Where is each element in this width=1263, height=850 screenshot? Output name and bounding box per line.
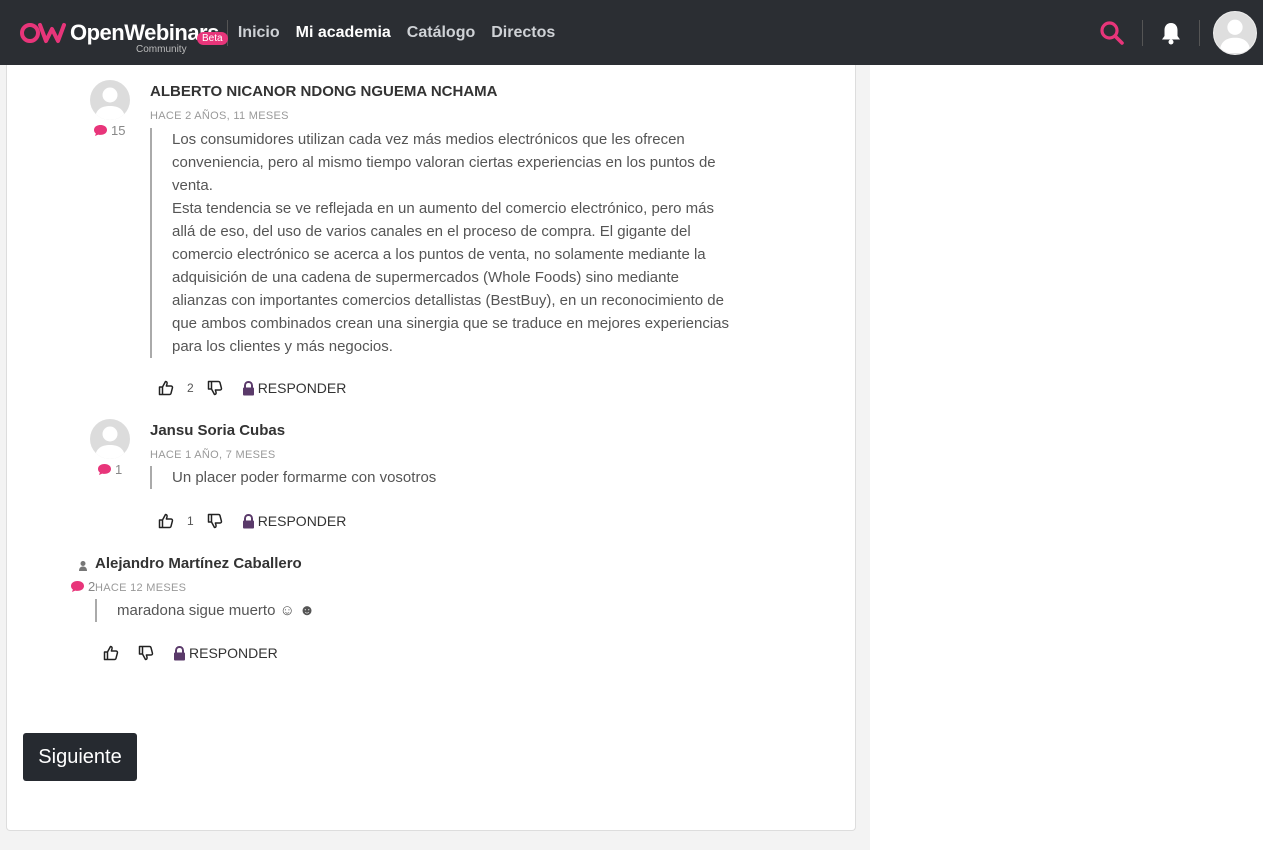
user-comment-count: 2 [70,579,95,594]
thumbs-up-icon[interactable] [158,513,174,529]
sidebar-panel [870,65,1263,850]
comment-date: HACE 2 AÑOS, 11 MESES [150,110,289,122]
header-actions [1099,0,1263,65]
user-silhouette-icon [1219,19,1251,53]
comment-body: maradona sigue muerto ☺ ☻ [95,599,695,622]
thumbs-up-icon[interactable] [103,645,119,661]
nav-item-mi-academia[interactable]: Mi academia [296,24,391,42]
comment-body: Los consumidores utilizan cada vez más m… [150,128,732,358]
comment-avatar[interactable] [90,80,130,120]
speech-bubble-icon [94,125,107,136]
search-icon[interactable] [1099,20,1125,46]
reply-button[interactable]: RESPONDER [242,513,347,529]
thumbs-down-icon[interactable] [138,645,154,661]
comment-count-value: 15 [111,123,126,138]
lock-icon [242,380,254,395]
user-comment-count: 15 [93,123,125,138]
next-page-button[interactable]: Siguiente [23,733,137,781]
comment-paragraph: Un placer poder formarme con vosotros [172,469,437,486]
comment-author[interactable]: Jansu Soria Cubas [150,422,285,439]
nav-item-inicio[interactable]: Inicio [238,24,280,42]
thumbs-down-icon[interactable] [207,513,223,529]
thumbs-down-icon[interactable] [207,380,223,396]
user-silhouette-icon [95,87,125,120]
brand-logo[interactable]: OpenWebinars Beta Community [20,0,228,65]
speech-bubble-icon [71,581,84,592]
comment-avatar[interactable] [90,419,130,459]
comment-date: HACE 12 MESES [95,582,187,594]
openwebinars-logo-icon [20,22,66,43]
comment-paragraph: maradona sigue muerto ☺ ☻ [117,602,315,619]
header-divider [1142,19,1143,46]
nav-item-catalogo[interactable]: Catálogo [407,24,475,42]
reply-button[interactable]: RESPONDER [242,380,347,396]
comment-author[interactable]: ALBERTO NICANOR NDONG NGUEMA NCHAMA [150,83,498,100]
lock-icon [174,645,185,660]
comment-paragraph: Esta tendencia se ve reflejada en un aum… [172,200,729,355]
user-comment-count: 1 [97,462,122,477]
like-count: 2 [187,381,194,395]
comment-author[interactable]: Alejandro Martínez Caballero [95,555,302,572]
brand-subtitle: Community [136,44,187,55]
comment-actions: RESPONDER [103,645,278,661]
thumbs-up-icon[interactable] [158,380,174,396]
header-divider [1199,19,1200,46]
lock-icon [242,513,254,528]
user-small-icon[interactable] [78,560,88,572]
reply-button[interactable]: RESPONDER [173,645,278,661]
like-count: 1 [187,514,194,528]
reply-label: RESPONDER [189,645,278,661]
comment-actions: 1 RESPONDER [158,513,346,529]
comment-count-value: 1 [115,462,123,477]
comment-date: HACE 1 AÑO, 7 MESES [150,449,276,461]
reply-label: RESPONDER [257,513,347,529]
nav-item-directos[interactable]: Directos [491,24,555,42]
user-silhouette-icon [95,426,125,459]
comment-paragraph: Los consumidores utilizan cada vez más m… [172,131,716,194]
reply-label: RESPONDER [257,380,347,396]
top-navbar: OpenWebinars Beta Community Inicio Mi ac… [0,0,1263,65]
speech-bubble-icon [98,464,111,475]
brand-name: OpenWebinars [70,19,219,45]
comment-body: Un placer poder formarme con vosotros [150,466,732,489]
beta-badge: Beta [197,32,228,45]
comment-actions: 2 RESPONDER [158,380,346,396]
bell-icon[interactable] [1160,21,1182,45]
user-avatar[interactable] [1213,10,1257,55]
main-nav: Inicio Mi academia Catálogo Directos [238,24,571,42]
